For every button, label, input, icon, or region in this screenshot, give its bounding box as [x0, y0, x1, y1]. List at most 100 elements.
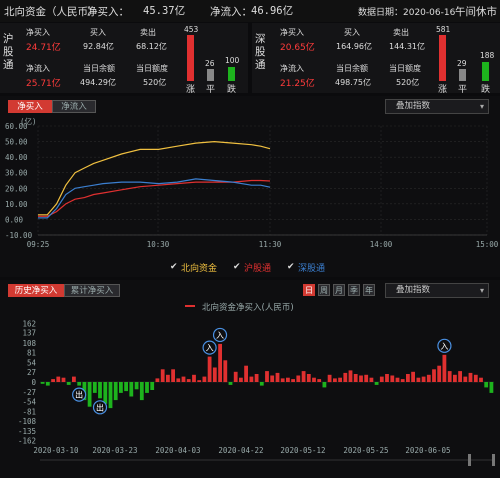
history-bar — [458, 371, 462, 382]
net-buy-label: 净买入： — [87, 6, 129, 18]
sh-down-bar — [228, 67, 235, 81]
north-checkbox[interactable]: ✔ — [170, 263, 178, 272]
sz-quota-label: 当日额度 — [389, 64, 421, 73]
overlay-index-label: 叠加指数 — [396, 101, 431, 111]
history-bar — [301, 371, 306, 382]
y-tick-label: 30.00 — [5, 169, 28, 178]
inflow-marker-label: 入 — [216, 331, 224, 340]
sh-balance-value: 494.29亿 — [80, 78, 116, 87]
outflow-marker-label: 出 — [96, 402, 104, 412]
y-tick-label: 108 — [22, 339, 36, 348]
sh-up-count: 453 — [184, 25, 199, 34]
history-bar — [400, 379, 405, 382]
history-bar — [124, 382, 128, 392]
history-bar — [66, 382, 71, 385]
history-overlay-dropdown[interactable]: 叠加指数 ▾ — [385, 283, 489, 298]
history-bar — [166, 374, 170, 383]
history-bar — [385, 374, 389, 382]
sz-checkbox[interactable]: ✔ — [287, 263, 295, 272]
tab-history-net-buy[interactable]: 历史净买入 — [8, 284, 64, 297]
net-buy-value: 45.37亿 — [143, 5, 186, 17]
sz-net-flow-label: 净流入 — [280, 64, 304, 73]
sz-series-line — [38, 178, 271, 219]
sh-quota-value: 520亿 — [143, 78, 167, 87]
summary-header: 北向资金（人民币） 净买入： 45.37亿 净流入： 46.96亿 数据日期：2… — [0, 0, 500, 22]
period-month[interactable]: 月 — [333, 284, 345, 296]
tab-cumulative-net-buy[interactable]: 累计净买入 — [64, 284, 120, 297]
history-bar — [369, 377, 374, 382]
sz-flat-label: 平 — [458, 85, 468, 95]
history-bar — [473, 374, 478, 383]
history-bar — [364, 374, 369, 383]
period-quarter[interactable]: 季 — [348, 284, 360, 296]
y-tick-label: 27 — [27, 368, 36, 377]
overlay-index-dropdown[interactable]: 叠加指数 ▾ — [385, 99, 489, 114]
history-bar — [442, 354, 447, 382]
sz-net-flow-value: 21.25亿 — [280, 79, 315, 89]
sz-down-count: 188 — [480, 51, 495, 60]
shenzhen-connect-panel: 深股通 净买入 20.65亿 净流入 21.25亿 买入 164.96亿 当日余… — [252, 23, 500, 95]
history-chart: 1621371088154270-27-54-81-108-135-162出出入… — [18, 319, 495, 466]
sh-balance-label: 当日余额 — [83, 64, 115, 73]
sz-net-buy-label: 净买入 — [280, 28, 304, 37]
tab-net-buy[interactable]: 净买入 — [8, 100, 52, 113]
scroll-handle-right — [492, 454, 495, 466]
history-bar — [338, 377, 342, 382]
history-bar — [463, 376, 468, 382]
history-bar — [333, 378, 337, 382]
sz-quota-value: 520亿 — [396, 78, 420, 87]
history-bar — [119, 382, 123, 393]
x-tick-label: 2020-03-23 — [92, 446, 137, 455]
history-bar — [72, 376, 76, 382]
history-bar — [228, 382, 233, 385]
x-tick-label: 09:25 — [27, 240, 50, 249]
market-status: 午间休市 — [455, 6, 497, 18]
history-bar — [296, 375, 301, 382]
x-tick-label: 2020-04-03 — [155, 446, 200, 455]
period-week[interactable]: 周 — [318, 284, 330, 296]
sz-down-label: 跌 — [481, 85, 491, 95]
legend-north: 北向资金 — [181, 264, 218, 274]
y-tick-label: -27 — [22, 388, 36, 397]
intraday-chart: (亿)60.0050.0040.0030.0020.0010.000.00-10… — [5, 116, 499, 249]
legend-sz: 深股通 — [298, 264, 326, 274]
history-bar — [61, 377, 66, 382]
y-tick-label: -81 — [22, 407, 36, 416]
history-bar — [98, 382, 102, 399]
x-tick-label: 2020-03-10 — [33, 446, 79, 455]
sz-flat-bar — [459, 69, 466, 81]
history-bar — [489, 382, 494, 393]
history-bar — [395, 377, 400, 382]
x-tick-label: 2020-04-22 — [218, 446, 263, 455]
history-bar — [411, 371, 415, 382]
sh-series-line — [38, 179, 271, 217]
history-bar — [150, 382, 155, 390]
y-tick-label: 54 — [27, 358, 37, 367]
sh-checkbox[interactable]: ✔ — [233, 263, 241, 272]
period-day[interactable]: 日 — [303, 284, 315, 296]
y-tick-label: 50.00 — [5, 138, 28, 147]
y-tick-label: 40.00 — [5, 153, 28, 162]
history-bar — [103, 382, 108, 404]
tab-net-flow[interactable]: 净流入 — [52, 100, 96, 113]
history-bar — [259, 382, 264, 386]
history-legend-swatch — [185, 305, 195, 307]
inflow-marker-label: 入 — [440, 342, 448, 351]
sz-sell-label: 卖出 — [393, 28, 409, 37]
history-bar — [155, 378, 160, 382]
history-bar — [270, 375, 275, 382]
sz-buy-value: 164.96亿 — [336, 42, 372, 51]
history-bar — [426, 374, 431, 383]
history-bar — [56, 376, 61, 382]
period-year[interactable]: 年 — [363, 284, 375, 296]
y-tick-label: 81 — [27, 349, 36, 358]
history-bar — [181, 376, 186, 382]
sh-down-label: 跌 — [227, 85, 237, 95]
history-bar — [374, 382, 379, 385]
sz-buy-label: 买入 — [344, 28, 360, 37]
history-bar — [207, 356, 212, 382]
history-bar — [244, 365, 248, 382]
history-bar — [353, 374, 358, 382]
sh-net-buy-value: 24.71亿 — [26, 43, 61, 53]
net-flow-label: 净流入： — [210, 6, 252, 18]
